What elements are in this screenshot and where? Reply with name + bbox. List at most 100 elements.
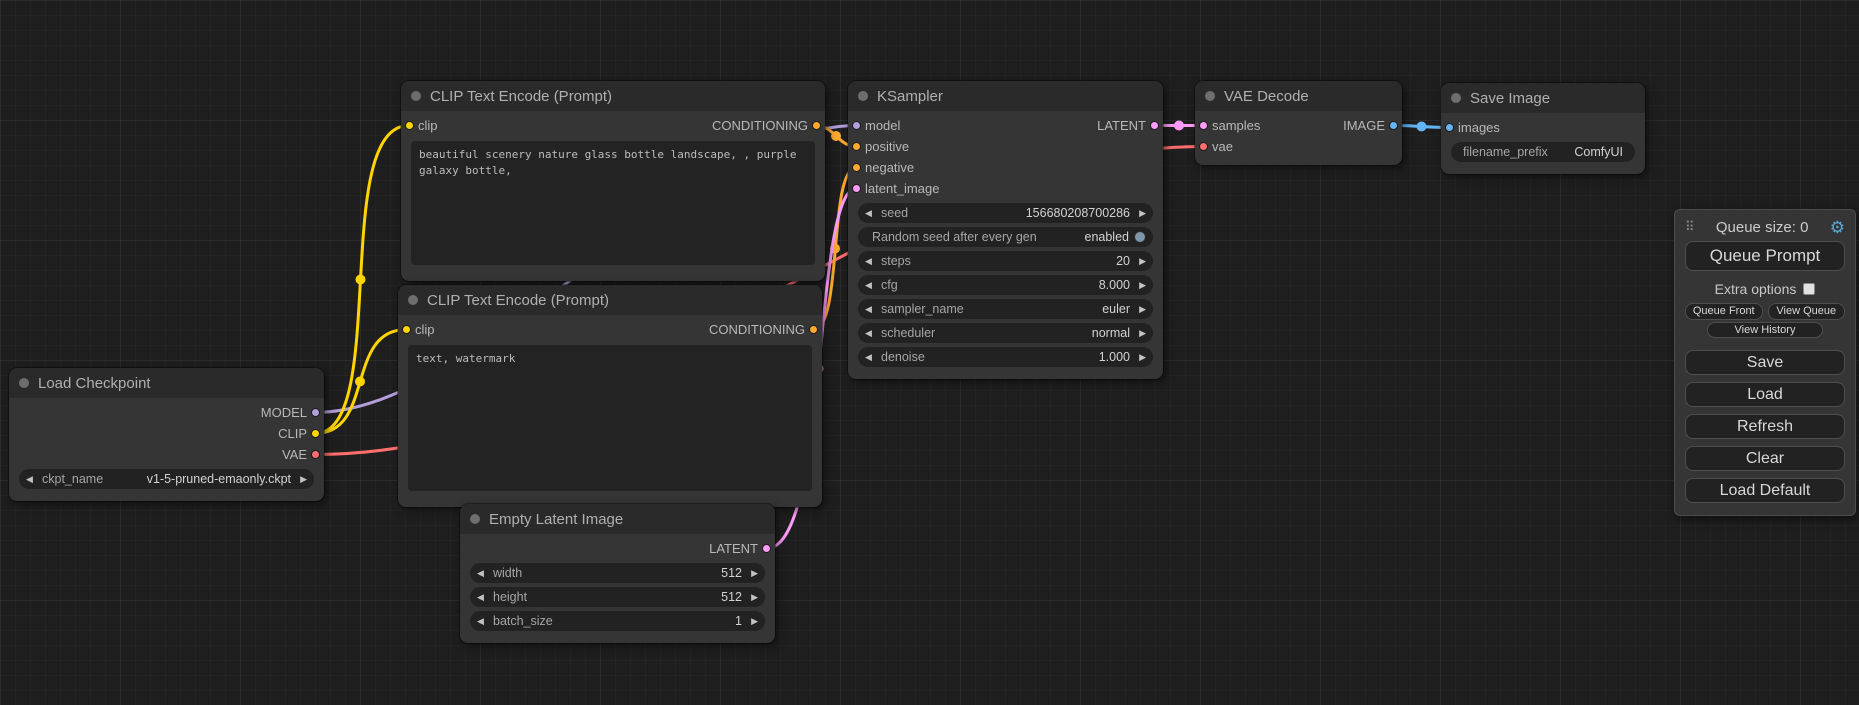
load-default-button[interactable]: Load Default — [1685, 478, 1845, 503]
node-title-bar[interactable]: Load Checkpoint — [9, 368, 324, 398]
height-widget[interactable]: ◀ height 512 ▶ — [470, 587, 765, 607]
node-load-checkpoint[interactable]: Load Checkpoint MODEL CLIP VAE ◀ ckpt_na… — [9, 368, 324, 501]
sampler-name-widget[interactable]: ◀ sampler_name euler ▶ — [858, 299, 1153, 319]
increment-arrow-icon[interactable]: ▶ — [1135, 256, 1146, 267]
negative-input-dot[interactable] — [852, 163, 861, 172]
increment-arrow-icon[interactable]: ▶ — [1135, 352, 1146, 363]
denoise-widget[interactable]: ◀ denoise 1.000 ▶ — [858, 347, 1153, 367]
positive-prompt-textarea[interactable]: beautiful scenery nature glass bottle la… — [411, 141, 815, 265]
prev-value-arrow-icon[interactable]: ◀ — [865, 328, 876, 339]
widget-label: denoise — [881, 350, 925, 364]
settings-gear-icon[interactable]: ⚙ — [1830, 219, 1845, 236]
node-title-bar[interactable]: Empty Latent Image — [460, 504, 775, 534]
steps-widget[interactable]: ◀ steps 20 ▶ — [858, 251, 1153, 271]
next-value-arrow-icon[interactable]: ▶ — [1135, 328, 1146, 339]
link-clip-positive[interactable] — [315, 126, 409, 434]
clip-slot-dot[interactable] — [311, 429, 320, 438]
decrement-arrow-icon[interactable]: ◀ — [477, 568, 488, 579]
latent-output-dot[interactable] — [762, 544, 771, 553]
input-label-images: images — [1458, 120, 1500, 135]
node-empty-latent-image[interactable]: Empty Latent Image LATENT ◀ width 512 ▶ … — [460, 504, 775, 643]
vae-slot-dot[interactable] — [311, 450, 320, 459]
widget-label: scheduler — [881, 326, 935, 340]
refresh-button[interactable]: Refresh — [1685, 414, 1845, 439]
node-title-bar[interactable]: VAE Decode — [1195, 81, 1402, 111]
widget-label: width — [493, 566, 522, 580]
decrement-arrow-icon[interactable]: ◀ — [865, 256, 876, 267]
drag-handle-icon[interactable]: ⠿ — [1685, 219, 1695, 235]
node-save-image[interactable]: Save Image images filename_prefix ComfyU… — [1441, 83, 1645, 174]
increment-arrow-icon[interactable]: ▶ — [1135, 280, 1146, 291]
load-button[interactable]: Load — [1685, 382, 1845, 407]
node-title-bar[interactable]: CLIP Text Encode (Prompt) — [398, 285, 822, 315]
collapse-dot[interactable] — [1205, 91, 1215, 101]
conditioning-output-dot[interactable] — [809, 325, 818, 334]
increment-arrow-icon[interactable]: ▶ — [747, 616, 758, 627]
extra-options-checkbox[interactable] — [1803, 283, 1815, 295]
latent-image-input-dot[interactable] — [852, 184, 861, 193]
prev-value-arrow-icon[interactable]: ◀ — [865, 304, 876, 315]
queue-front-button[interactable]: Queue Front — [1685, 303, 1763, 320]
prev-value-arrow-icon[interactable]: ◀ — [26, 474, 37, 485]
collapse-dot[interactable] — [411, 91, 421, 101]
input-slot-latent-image: latent_image — [848, 178, 1163, 199]
decrement-arrow-icon[interactable]: ◀ — [477, 616, 488, 627]
save-button[interactable]: Save — [1685, 350, 1845, 375]
widget-value: v1-5-pruned-emaonly.ckpt — [147, 472, 291, 486]
width-widget[interactable]: ◀ width 512 ▶ — [470, 563, 765, 583]
node-title-bar[interactable]: Save Image — [1441, 83, 1645, 113]
next-value-arrow-icon[interactable]: ▶ — [296, 474, 307, 485]
collapse-dot[interactable] — [408, 295, 418, 305]
view-queue-button[interactable]: View Queue — [1768, 303, 1846, 320]
cfg-widget[interactable]: ◀ cfg 8.000 ▶ — [858, 275, 1153, 295]
link-clip-negative[interactable] — [315, 330, 407, 434]
ckpt-name-widget[interactable]: ◀ ckpt_name v1-5-pruned-emaonly.ckpt ▶ — [19, 469, 314, 489]
filename-prefix-widget[interactable]: filename_prefix ComfyUI — [1451, 142, 1635, 162]
model-input-dot[interactable] — [852, 121, 861, 130]
collapse-dot[interactable] — [470, 514, 480, 524]
scheduler-widget[interactable]: ◀ scheduler normal ▶ — [858, 323, 1153, 343]
queue-prompt-button[interactable]: Queue Prompt — [1685, 241, 1845, 271]
seed-widget[interactable]: ◀ seed 156680208700286 ▶ — [858, 203, 1153, 223]
collapse-dot[interactable] — [858, 91, 868, 101]
node-title-bar[interactable]: CLIP Text Encode (Prompt) — [401, 81, 825, 111]
positive-input-dot[interactable] — [852, 142, 861, 151]
node-title-bar[interactable]: KSampler — [848, 81, 1163, 111]
toggle-dot[interactable] — [1134, 231, 1146, 243]
latent-output-dot[interactable] — [1150, 121, 1159, 130]
widget-label: batch_size — [493, 614, 553, 628]
node-clip-text-encode-negative[interactable]: CLIP Text Encode (Prompt) clip CONDITION… — [398, 285, 822, 507]
node-clip-text-encode-positive[interactable]: CLIP Text Encode (Prompt) clip CONDITION… — [401, 81, 825, 281]
decrement-arrow-icon[interactable]: ◀ — [865, 352, 876, 363]
vae-input-dot[interactable] — [1199, 142, 1208, 151]
clear-button[interactable]: Clear — [1685, 446, 1845, 471]
input-label-latent-image: latent_image — [865, 181, 939, 196]
increment-arrow-icon[interactable]: ▶ — [747, 568, 758, 579]
image-output-dot[interactable] — [1389, 121, 1398, 130]
view-history-button[interactable]: View History — [1707, 322, 1822, 338]
clip-input-dot[interactable] — [402, 325, 411, 334]
next-value-arrow-icon[interactable]: ▶ — [1135, 304, 1146, 315]
node-title: CLIP Text Encode (Prompt) — [430, 88, 612, 105]
conditioning-output-dot[interactable] — [812, 121, 821, 130]
model-slot-dot[interactable] — [311, 408, 320, 417]
negative-prompt-textarea[interactable]: text, watermark — [408, 345, 812, 491]
link-conditioning-positive-midpoint — [831, 131, 841, 141]
random-seed-toggle-widget[interactable]: Random seed after every gen enabled — [858, 227, 1153, 247]
collapse-dot[interactable] — [1451, 93, 1461, 103]
decrement-arrow-icon[interactable]: ◀ — [865, 208, 876, 219]
increment-arrow-icon[interactable]: ▶ — [1135, 208, 1146, 219]
node-title: KSampler — [877, 88, 943, 105]
increment-arrow-icon[interactable]: ▶ — [747, 592, 758, 603]
images-input-dot[interactable] — [1445, 123, 1454, 132]
node-ksampler[interactable]: KSampler model LATENT positive negative … — [848, 81, 1163, 379]
input-label-clip: clip — [418, 118, 438, 133]
decrement-arrow-icon[interactable]: ◀ — [865, 280, 876, 291]
samples-input-dot[interactable] — [1199, 121, 1208, 130]
collapse-dot[interactable] — [19, 378, 29, 388]
clip-input-dot[interactable] — [405, 121, 414, 130]
decrement-arrow-icon[interactable]: ◀ — [477, 592, 488, 603]
node-vae-decode[interactable]: VAE Decode samples IMAGE vae — [1195, 81, 1402, 165]
input-slot-images: images — [1441, 117, 1645, 138]
batch-size-widget[interactable]: ◀ batch_size 1 ▶ — [470, 611, 765, 631]
